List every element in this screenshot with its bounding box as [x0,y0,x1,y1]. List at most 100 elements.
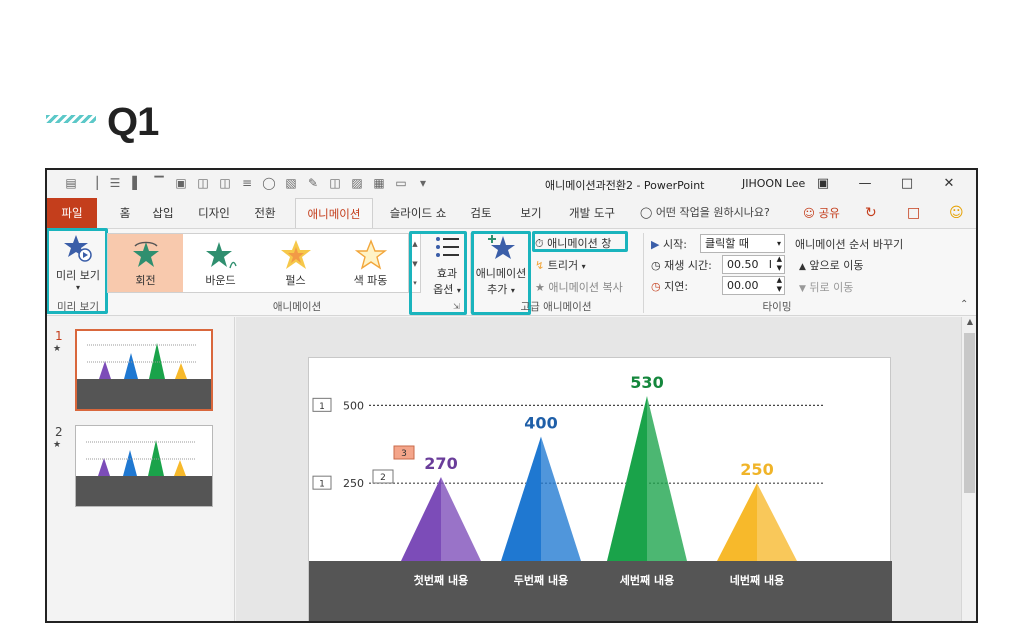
move-earlier-label: 앞으로 이동 [809,259,864,272]
animation-gallery: 회전 바운드 펄스 색 파동 [107,233,409,293]
animation-pulse[interactable]: 펄스 [258,234,333,292]
color-pulse-star-icon [354,239,387,270]
move-earlier-button[interactable]: ▲ 앞으로 이동 [799,257,864,273]
ribbon-tabs: 파일 홈 삽입 디자인 전환 애니메이션 슬라이드 쇼 검토 보기 개발 도구 … [47,198,976,228]
slide-2-animation-icon: ★ [53,440,62,450]
start-select-chevron-icon[interactable]: ▾ [777,235,781,252]
animation-painter-button[interactable]: ★ 애니메이션 복사 [535,279,623,295]
slide-thumbnail-1-preview [77,343,211,409]
vertical-scrollbar[interactable]: ▲ [961,317,976,621]
painter-icon: ★ [535,281,545,294]
pyramid-left-1 [501,436,541,561]
anim-tag-1: 2 [380,473,386,483]
pyramid-left-2 [607,396,647,561]
animation-color-pulse[interactable]: 색 파동 [333,234,408,292]
duration-spinner-icon[interactable]: ▲ ▼ [777,255,782,273]
present-icon[interactable]: ◫ [327,176,343,191]
group-icon[interactable]: ▨ [349,176,365,191]
tell-me-box[interactable]: ◯ 어떤 작업을 원하시나요? [640,198,770,228]
duration-label: ◷ 재생 시간: [651,257,712,273]
animation-bounce[interactable]: 바운드 [183,234,258,292]
move-later-label: 뒤로 이동 [809,281,854,294]
delay-input[interactable]: 00.00 ▲ ▼ [722,276,785,295]
gridline-anim-tag-0: 1 [319,402,325,412]
tab-slideshow[interactable]: 슬라이드 쇼 [379,198,457,228]
scroll-up-icon[interactable]: ▲ [962,317,976,326]
group-label-timing: 타이밍 [762,301,792,313]
comments-icon[interactable]: □ [907,205,920,221]
animation-spin[interactable]: 회전 [108,234,183,292]
history-icon[interactable]: ↻ [865,205,877,221]
screen-icon[interactable]: ▭ [393,176,409,191]
stamp-icon[interactable]: ▧ [283,176,299,191]
slide-1-animation-icon: ★ [53,344,62,354]
trigger-button[interactable]: ↯ 트리거 ▾ [535,257,586,273]
document-title: 애니메이션과전환2 - PowerPoint [545,179,705,192]
slide-thumbnail-2[interactable] [75,425,213,507]
close-icon[interactable]: ✕ [928,173,970,195]
distribute-horizontal-icon[interactable]: ◫ [217,176,233,191]
collapse-ribbon-icon[interactable]: ⌃ [960,299,968,310]
quick-access-toolbar: ▤ ▕ ☰ ▌ ▔ ▣ ◫ ◫ ≡ ◯ ▧ ✎ ◫ ▨ ▦ ▭ ▾ [63,176,431,191]
trigger-label: 트리거 [547,259,579,272]
value-label-2: 530 [630,373,663,392]
move-later-button[interactable]: ▼ 뒤로 이동 [799,279,853,295]
smiley-icon[interactable]: ☺ [949,205,964,221]
powerpoint-window: ▤ ▕ ☰ ▌ ▔ ▣ ◫ ◫ ≡ ◯ ▧ ✎ ◫ ▨ ▦ ▭ ▾ 애니메이션과… [45,168,978,623]
category-label-2: 세번째 내용 [620,573,674,587]
ribbon: 미리 보기 ▾ 미리 보기 회전 바운드 펄스 색 파동 ▲ ▼ ▾ 효과 옵션… [47,228,976,316]
person-icon: ☺ [803,206,815,220]
category-label-0: 첫번째 내용 [414,573,468,587]
align-top-icon[interactable]: ▔ [151,176,167,191]
pen-icon[interactable]: ✎ [305,176,321,191]
shape-outline-icon[interactable]: ◯ [261,176,277,191]
start-select[interactable]: 클릭할 때 ▾ [700,234,785,253]
tab-file[interactable]: 파일 [47,198,97,228]
slide-canvas[interactable]: 1 500 1 250 3 2 270 첫번째 내용 400 두번째 내용 530 세번째 내용 250… [308,357,892,621]
title-bar: ▤ ▕ ☰ ▌ ▔ ▣ ◫ ◫ ≡ ◯ ▧ ✎ ◫ ▨ ▦ ▭ ▾ 애니메이션과… [47,170,976,198]
slide-thumbnail-1[interactable] [75,329,213,411]
duration-value: 00.50 [727,258,759,271]
tab-animations[interactable]: 애니메이션 [295,198,373,228]
maximize-icon[interactable]: □ [886,173,928,195]
start-label-text: 시작: [662,238,687,251]
slide-number-1: 1 [55,329,63,343]
pyramid-right-0 [441,476,481,561]
minimize-icon[interactable]: — [844,173,886,195]
tab-review[interactable]: 검토 [461,198,501,228]
customize-qat-icon[interactable]: ▾ [415,176,431,191]
user-name[interactable]: JIHOON Lee [742,177,805,190]
text-cursor-icon: I [768,258,772,271]
category-band [309,561,892,621]
value-label-1: 400 [524,413,557,432]
tab-insert[interactable]: 삽입 [143,198,183,228]
duration-input[interactable]: 00.50 I ▲ ▼ [722,255,785,274]
lines-icon[interactable]: ≡ [239,176,255,191]
tab-design[interactable]: 디자인 [187,198,241,228]
delay-icon: ◷ [651,280,661,293]
align-left-icon[interactable]: ▌ [129,176,145,191]
scroll-thumb[interactable] [964,333,975,493]
tab-transitions[interactable]: 전환 [245,198,285,228]
value-label-3: 250 [740,460,773,479]
align-middle-icon[interactable]: ☰ [107,176,123,191]
tab-developer[interactable]: 개발 도구 [559,198,625,228]
share-button[interactable]: ☺ 공유 [803,198,840,228]
slide-editing-area: 1 500 1 250 3 2 270 첫번째 내용 400 두번째 내용 530 세번째 내용 250… [236,317,961,621]
table-icon[interactable]: ▦ [371,176,387,191]
align-bottom-icon[interactable]: ▕ [85,176,101,191]
pyramid-right-1 [541,436,581,561]
question-title: Q1 [107,100,159,144]
distribute-icon[interactable]: ◫ [195,176,211,191]
tab-view[interactable]: 보기 [511,198,551,228]
save-icon[interactable]: ▤ [63,176,79,191]
slide-thumbnail-2-preview [76,440,212,506]
group-label-animation: 애니메이션 [272,301,322,313]
ribbon-display-icon[interactable]: ▣ [802,173,844,195]
tab-home[interactable]: 홈 [109,198,141,228]
start-select-value: 클릭할 때 [705,237,749,250]
align-center-icon[interactable]: ▣ [173,176,189,191]
delay-spinner-icon[interactable]: ▲ ▼ [777,276,782,294]
highlight-preview [47,228,108,314]
tell-me-text: 어떤 작업을 원하시나요? [655,206,770,219]
